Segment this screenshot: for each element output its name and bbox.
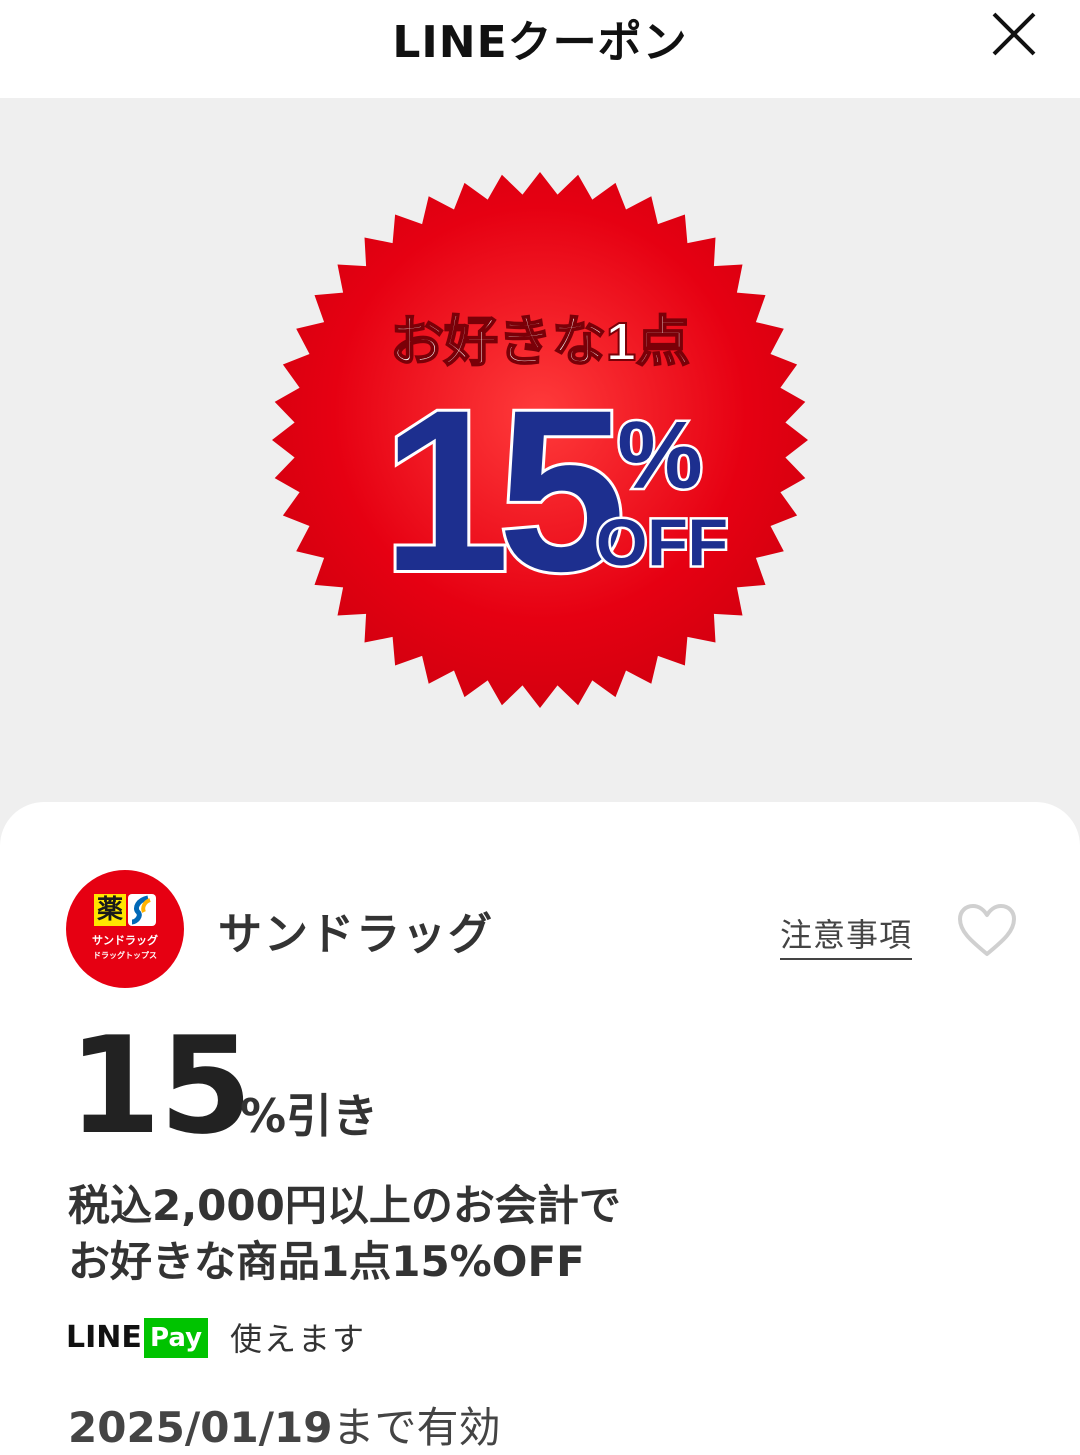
description-line1: 税込2,000円以上のお会計で (68, 1181, 621, 1230)
coupon-hero-image: お好きな1点 15 % OFF (0, 98, 1080, 858)
heart-icon (958, 904, 1016, 956)
logo-mark-icon (128, 894, 156, 926)
page-title: LINEクーポン (392, 17, 688, 68)
discount-number: 15 (68, 1008, 252, 1164)
description-line2: お好きな商品1点15%OFF (68, 1237, 585, 1286)
badge-percent: % (617, 402, 702, 509)
coupon-description: 税込2,000円以上のお会計で お好きな商品1点15%OFF (68, 1178, 621, 1290)
close-icon (992, 12, 1036, 56)
logo-kanji: 薬 (94, 894, 126, 926)
coupon-detail-card: 薬 サンドラッグ ドラッグトップス サンドラッグ 注意事項 15 %引き 税込2… (0, 802, 1080, 1452)
favorite-button[interactable] (956, 902, 1018, 958)
store-logo: 薬 サンドラッグ ドラッグトップス (66, 870, 184, 988)
header: LINEクーポン (0, 0, 1080, 98)
line-pay-logo-pay: Pay (144, 1318, 208, 1358)
line-pay-logo-line: LINE (66, 1320, 142, 1355)
validity-period: 2025/01/19まで有効 (68, 1394, 500, 1455)
logo-text-line2: ドラッグトップス (93, 951, 157, 960)
badge-number: 15 (382, 362, 620, 619)
badge-off: OFF (596, 505, 728, 579)
discount-badge: お好きな1点 15 % OFF (272, 172, 808, 708)
validity-date: 2025/01/19 (68, 1403, 333, 1452)
store-name: サンドラッグ (218, 909, 494, 960)
logo-text-line1: サンドラッグ (92, 934, 158, 947)
validity-suffix: まで有効 (332, 1403, 501, 1452)
notes-link[interactable]: 注意事項 (780, 910, 913, 960)
close-button[interactable] (986, 6, 1042, 62)
payment-available-label: 使えます (230, 1320, 367, 1358)
discount-unit: %引き (240, 1089, 379, 1143)
